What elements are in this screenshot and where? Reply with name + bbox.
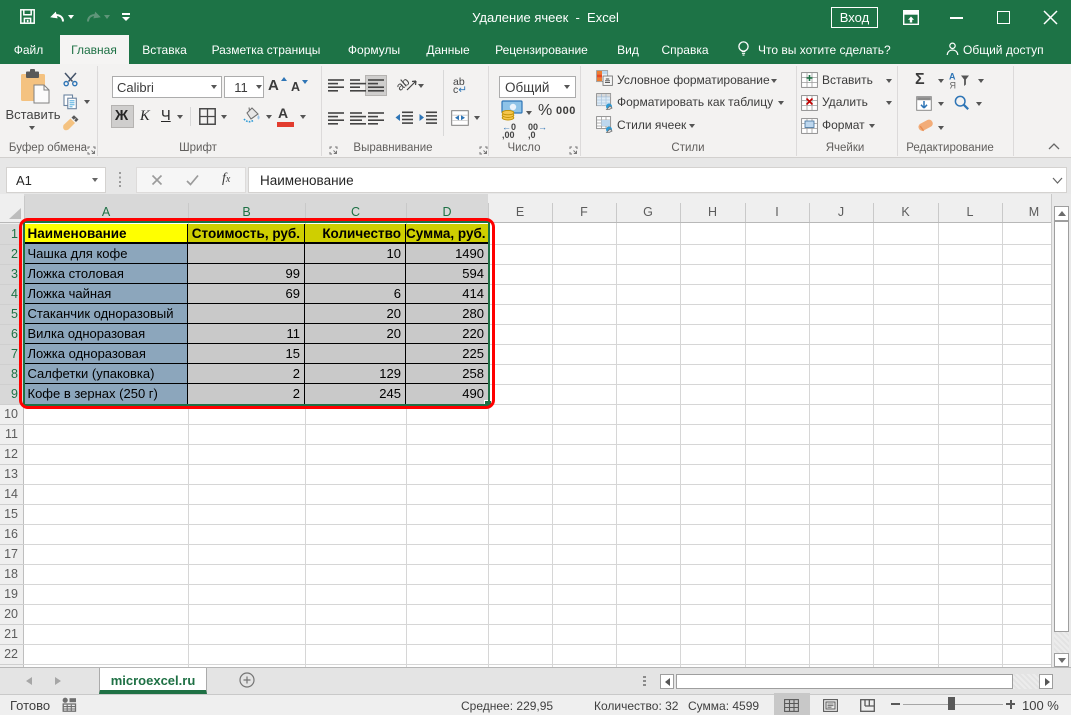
svg-text:Я: Я xyxy=(950,81,957,90)
